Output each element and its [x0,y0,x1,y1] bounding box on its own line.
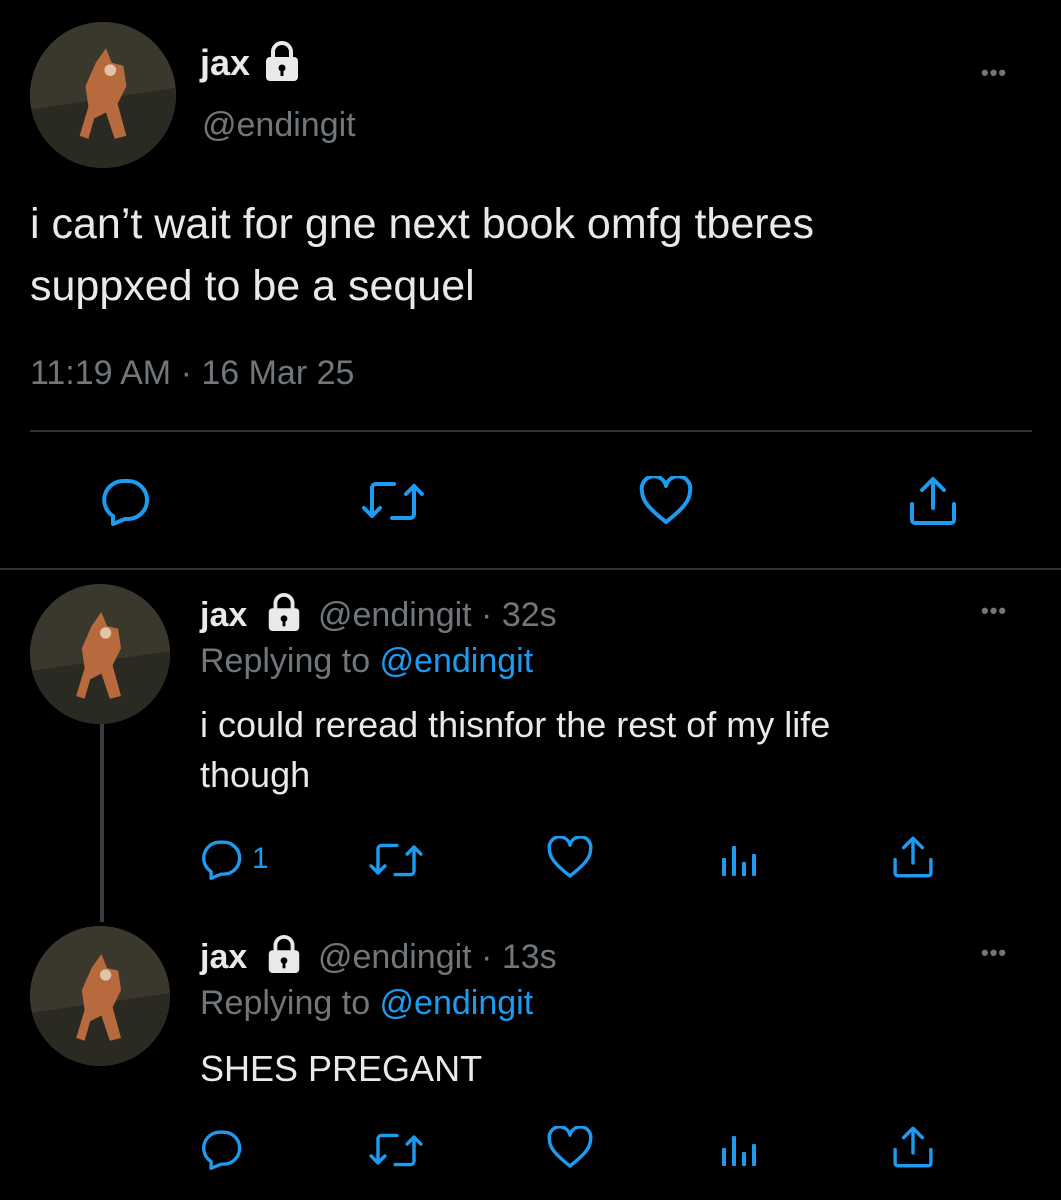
lock-icon [264,934,304,979]
handle-time[interactable]: @endingit · 32s [318,596,557,635]
more-icon[interactable]: ••• [981,60,1007,86]
retweet-icon[interactable] [366,1130,426,1170]
more-icon[interactable]: ••• [981,940,1007,966]
avatar[interactable] [30,584,170,724]
share-icon[interactable] [906,474,960,528]
replying-label: Replying to [200,984,380,1022]
share-icon[interactable] [890,834,936,880]
share-icon[interactable] [890,1124,936,1170]
lock-icon [264,592,304,637]
tweet-text-line-1: i can’t wait for gne next book omfg tber… [30,200,814,248]
like-icon[interactable] [546,1126,594,1170]
like-icon[interactable] [638,476,694,526]
divider [30,430,1032,432]
reply-text-line-2: though [200,754,311,795]
reply-text-line-1: i could reread thisnfor the rest of my l… [200,704,831,745]
timestamp[interactable]: 11:19 AM · 16 Mar 25 [30,354,354,393]
handle[interactable]: @endingit [202,106,356,145]
retweet-icon[interactable] [358,478,428,524]
replying-handle-link[interactable]: @endingit [380,642,534,680]
display-name[interactable]: jax [200,596,247,635]
display-name[interactable]: jax [200,938,247,977]
reply-icon[interactable] [200,838,244,880]
views-icon[interactable] [720,842,760,878]
more-icon[interactable]: ••• [981,598,1007,624]
like-icon[interactable] [546,836,594,880]
avatar[interactable] [30,926,170,1066]
replying-handle-link[interactable]: @endingit [380,984,534,1022]
divider [0,568,1061,570]
reply-count: 1 [252,842,269,875]
retweet-icon[interactable] [366,840,426,880]
display-name[interactable]: jax [200,42,250,84]
reply-text-line-1: SHES PREGANT [200,1048,483,1089]
replying-to: Replying to @endingit [200,984,533,1023]
lock-icon [262,40,302,87]
thread-line [100,718,104,922]
reply-icon[interactable] [100,476,152,526]
replying-label: Replying to [200,642,380,680]
handle-time[interactable]: @endingit · 13s [318,938,557,977]
avatar[interactable] [30,22,176,168]
views-icon[interactable] [720,1132,760,1168]
reply-icon[interactable] [200,1128,244,1170]
tweet-text-line-2: suppxed to be a sequel [30,262,475,310]
replying-to: Replying to @endingit [200,642,533,681]
